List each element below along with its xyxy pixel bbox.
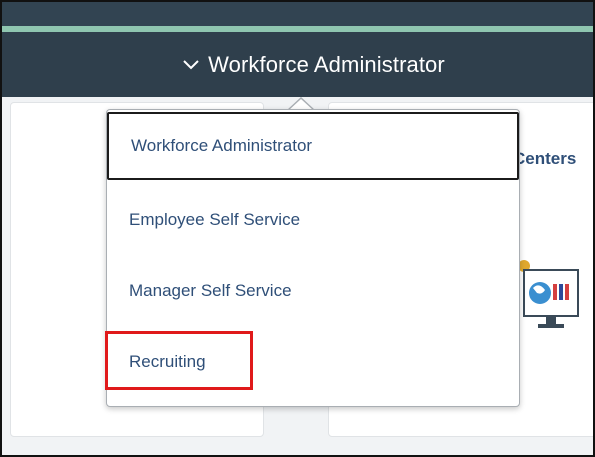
menu-item-manager-self-service[interactable]: Manager Self Service [107,256,519,326]
menu-item-employee-self-service[interactable]: Employee Self Service [107,185,519,255]
menu-item-recruiting[interactable]: Recruiting [107,327,519,397]
menu-item-workforce-administrator[interactable]: Workforce Administrator [107,112,519,180]
homepage-dropdown: Workforce Administrator Employee Self Se… [106,109,520,407]
header-bar: Workforce Administrator [2,32,593,97]
homepage-selector[interactable]: Workforce Administrator [182,52,445,78]
chevron-down-icon [183,59,199,69]
tile-right-title: Centers [513,149,577,168]
world-monitor-icon [520,260,579,328]
app-frame: Workforce Administrator Centers Workforc… [0,0,595,457]
header-title: Workforce Administrator [208,51,445,77]
